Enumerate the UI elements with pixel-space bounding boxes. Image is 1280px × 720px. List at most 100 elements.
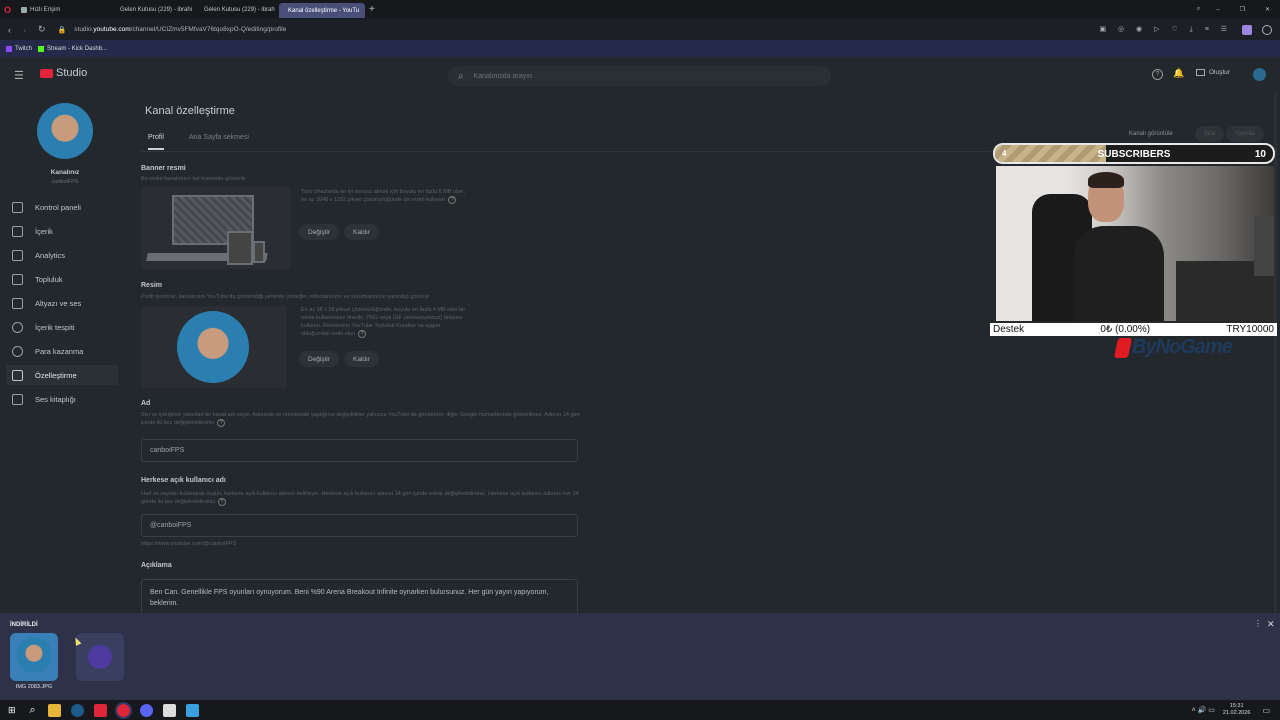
account-avatar[interactable] (1253, 68, 1266, 81)
help-icon[interactable]: ? (358, 330, 367, 338)
tab-gmail-2[interactable]: Gelen Kutusu (229) - ibrah (195, 0, 279, 19)
tab-youtube-studio[interactable]: Kanal özelleştirme - YouTu (279, 3, 366, 18)
nav-analytics[interactable]: Analytics (12, 245, 122, 265)
banner-title: Banner resmi (141, 165, 186, 172)
discord-icon[interactable] (139, 703, 153, 717)
downloads-close-icon[interactable]: ✕ (1267, 619, 1275, 630)
profile-picture (177, 311, 249, 383)
page-scrollbar[interactable] (1274, 93, 1277, 613)
webcam-monitor (1254, 216, 1274, 276)
back-icon[interactable]: ‹ (8, 25, 11, 35)
nav-monetization[interactable]: Para kazanma (12, 341, 122, 361)
channel-avatar[interactable] (37, 103, 93, 159)
subscriber-goal: 10 (1254, 149, 1266, 160)
extension-icon[interactable] (1242, 24, 1252, 35)
clock-date: 21.02.2026 (1222, 710, 1251, 716)
opera-icon[interactable] (114, 701, 132, 719)
tab-gmail-1[interactable]: Gelen Kutusu (229) - ibrahi (111, 0, 195, 19)
capcut-icon[interactable] (162, 703, 176, 717)
bookmark-kick[interactable]: Stream - Kick Dashb... (38, 45, 107, 52)
url-field[interactable]: studio.youtube.com/channel/UCIZmv5FMfvaV… (74, 26, 286, 33)
download-item[interactable] (10, 633, 58, 681)
banner-desc: Bu resim kanalınızın üst kısmında göster… (141, 176, 246, 182)
download-item-placeholder[interactable] (76, 633, 124, 681)
download-pending-icon (88, 645, 112, 669)
donation-goal: TRY10000 (1226, 324, 1274, 335)
help-icon[interactable]: ? (218, 498, 227, 506)
channel-handle: canboiFPS (51, 179, 79, 185)
studio-topbar: ☰ Studio ⌕ Kanalınızda arayın ? 🔔 Oluştu… (0, 57, 1280, 93)
notifications-icon[interactable]: 🔔 (1173, 68, 1184, 79)
nav-community[interactable]: Topluluk (12, 269, 122, 289)
channel-label: Kanalınız (50, 169, 80, 176)
webcam-person-body (1074, 226, 1164, 321)
tab-speed-dial[interactable]: Hızlı Erişim (15, 0, 111, 19)
help-icon[interactable]: ? (217, 419, 226, 427)
community-icon (12, 273, 23, 285)
picture-remove-button[interactable]: Kaldır (344, 351, 379, 367)
nav-subtitles[interactable]: Altyazı ve ses (12, 293, 122, 313)
donation-goal-bar: Destek 0₺ (0.00%) TRY10000 (990, 323, 1277, 336)
valorant-icon[interactable] (93, 703, 107, 717)
create-button[interactable]: Oluştur (1196, 69, 1230, 76)
studio-logo[interactable]: Studio (40, 67, 87, 79)
handle-field[interactable]: @canboiFPS (141, 514, 578, 537)
profile-icon[interactable] (1262, 24, 1272, 35)
new-tab-button[interactable]: + (365, 0, 379, 19)
handle-url: https://www.youtube.com/@canboiFPS (141, 541, 237, 547)
notification-center-icon[interactable]: ▭ (1262, 706, 1270, 715)
extensions-icons[interactable]: ▣ ◎ ◉ ▷ ♡ ⤓ ≡ ☰ (1099, 25, 1232, 34)
tab-profile[interactable]: Profil (148, 134, 164, 150)
banner-change-button[interactable]: Değiştir (299, 224, 340, 240)
tab-home[interactable]: Ana Sayfa sekmesi (189, 134, 249, 141)
subscriber-goal-bar: 4 SUBSCRIBERS 10 (993, 143, 1275, 164)
publish-button[interactable]: Yayınla (1226, 126, 1264, 142)
twitch-icon (6, 45, 12, 52)
start-icon[interactable]: ⊞ (8, 705, 16, 716)
picture-title: Resim (141, 282, 163, 289)
customization-icon (12, 369, 23, 381)
tray-icons[interactable]: ˄ 🔊 ▭ (1192, 706, 1215, 714)
downloads-more-icon[interactable]: ⋮ (1254, 619, 1262, 628)
name-field[interactable]: canboiFPS (141, 439, 578, 462)
search-taskbar-icon[interactable]: ⌕ (30, 704, 36, 717)
donation-label: Destek (993, 324, 1025, 335)
file-explorer-icon[interactable] (47, 703, 61, 717)
search-input[interactable]: ⌕ Kanalınızda arayın (448, 66, 831, 86)
clock[interactable]: 15:31 21.02.2026 (1223, 703, 1251, 717)
search-tabs-icon[interactable]: ⌕ (1191, 0, 1206, 19)
help-icon[interactable]: ? (1152, 69, 1163, 80)
subscriber-label: SUBSCRIBERS (1097, 149, 1171, 160)
banner-tablet (227, 231, 253, 265)
donation-progress: 0₺ (0.00%) (1100, 324, 1151, 335)
nav-copyright[interactable]: İçerik tespiti (12, 317, 122, 337)
reload-icon[interactable]: ↻ (38, 24, 46, 35)
photos-icon[interactable] (185, 703, 199, 717)
picture-change-button[interactable]: Değiştir (299, 351, 340, 367)
bookmark-twitch[interactable]: Twitch (6, 45, 32, 52)
view-channel-button[interactable]: Kanalı görüntüle (1120, 126, 1182, 142)
content-icon (12, 225, 23, 237)
nav-audio-library[interactable]: Ses kitaplığı (12, 389, 122, 409)
cancel-button[interactable]: İptal (1195, 126, 1225, 142)
close-window-button[interactable]: ✕ (1255, 0, 1280, 19)
hamburger-menu-icon[interactable]: ☰ (14, 69, 24, 82)
nav-customization[interactable]: Özelleştirme (6, 365, 118, 385)
address-bar: ‹ › ↻ 🔒 studio.youtube.com/channel/UCIZm… (0, 19, 1280, 40)
minimize-button[interactable]: – (1206, 0, 1229, 19)
handle-title: Herkese açık kullanıcı adı (141, 477, 226, 484)
steam-icon[interactable] (70, 703, 84, 717)
forward-icon[interactable]: › (23, 25, 26, 35)
windows-taskbar: ⊞ ⌕ ˄ 🔊 ▭ 15:31 21.02.2026 ▭ (0, 700, 1280, 720)
help-icon[interactable]: ? (448, 196, 457, 204)
picture-help: En az 98 x 98 piksel çözünürlüğünde; boy… (301, 307, 466, 338)
maximize-button[interactable]: ❐ (1230, 0, 1255, 19)
nav-dashboard[interactable]: Kontrol paneli (12, 197, 122, 217)
nav-content[interactable]: İçerik (12, 221, 122, 241)
opera-menu-icon[interactable]: O (0, 0, 15, 19)
banner-preview (141, 187, 291, 269)
banner-help: Tüm cihazlarda en iyi sonucu almak için … (301, 189, 465, 204)
banner-remove-button[interactable]: Kaldır (344, 224, 379, 240)
create-video-icon (1196, 69, 1205, 76)
audio-library-icon (12, 393, 23, 405)
